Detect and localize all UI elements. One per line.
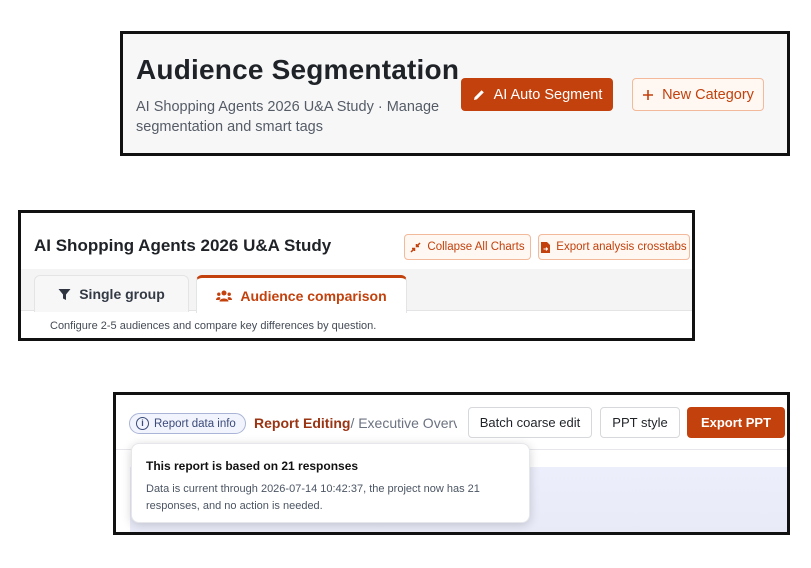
page-description: AI Shopping Agents 2026 U&A Study · Mana…: [136, 99, 440, 135]
collapse-all-charts-label: Collapse All Charts: [427, 241, 525, 253]
segmentation-header-panel: Audience Segmentation AI Shopping Agents…: [120, 31, 790, 156]
report-data-info-chip[interactable]: i Report data info: [129, 413, 246, 434]
collapse-arrows-icon: [410, 241, 421, 253]
tab-single-group-label: Single group: [79, 286, 165, 302]
info-icon: i: [136, 417, 149, 430]
pencil-icon: [472, 88, 486, 102]
export-ppt-button[interactable]: Export PPT: [687, 407, 785, 438]
ai-auto-segment-label: AI Auto Segment: [493, 86, 603, 103]
tab-audience-comparison[interactable]: Audience comparison: [196, 275, 407, 313]
analysis-tab-bar: Single group Audience comparison: [21, 269, 692, 313]
tab-audience-comparison-label: Audience comparison: [240, 287, 387, 304]
export-crosstabs-label: Export analysis crosstabs: [556, 241, 687, 253]
tab-single-group[interactable]: Single group: [34, 275, 189, 312]
report-data-info-popover: This report is based on 21 responses Dat…: [131, 443, 530, 523]
report-editor-panel: i Report data info Report Editing/ Execu…: [113, 392, 790, 535]
comparison-hint: Configure 2-5 audiences and compare key …: [50, 320, 377, 332]
breadcrumb-current: Report Editing: [254, 415, 351, 431]
analysis-panel: AI Shopping Agents 2026 U&A Study Collap…: [18, 210, 695, 341]
ppt-style-button[interactable]: PPT style: [600, 407, 680, 438]
page-title: Audience Segmentation: [136, 54, 460, 85]
new-category-label: New Category: [662, 86, 754, 103]
ai-auto-segment-button[interactable]: AI Auto Segment: [461, 78, 613, 111]
collapse-all-charts-button[interactable]: Collapse All Charts: [404, 234, 531, 260]
breadcrumb-page[interactable]: / Executive Overv: [350, 415, 457, 431]
filter-icon: [58, 288, 71, 301]
export-crosstabs-button[interactable]: Export analysis crosstabs: [538, 234, 690, 260]
users-icon: [216, 290, 233, 302]
popover-title: This report is based on 21 responses: [146, 459, 359, 473]
report-toolbar: i Report data info Report Editing/ Execu…: [116, 395, 787, 450]
plus-icon: [642, 89, 654, 101]
new-category-button[interactable]: New Category: [632, 78, 764, 111]
file-export-icon: [541, 241, 551, 253]
popover-body: Data is current through 2026-07-14 10:42…: [146, 483, 480, 512]
batch-coarse-edit-button[interactable]: Batch coarse edit: [468, 407, 592, 438]
study-title: AI Shopping Agents 2026 U&A Study: [34, 236, 332, 255]
breadcrumb: Report Editing/ Executive Overv: [254, 415, 457, 431]
report-data-info-label: Report data info: [154, 417, 236, 430]
